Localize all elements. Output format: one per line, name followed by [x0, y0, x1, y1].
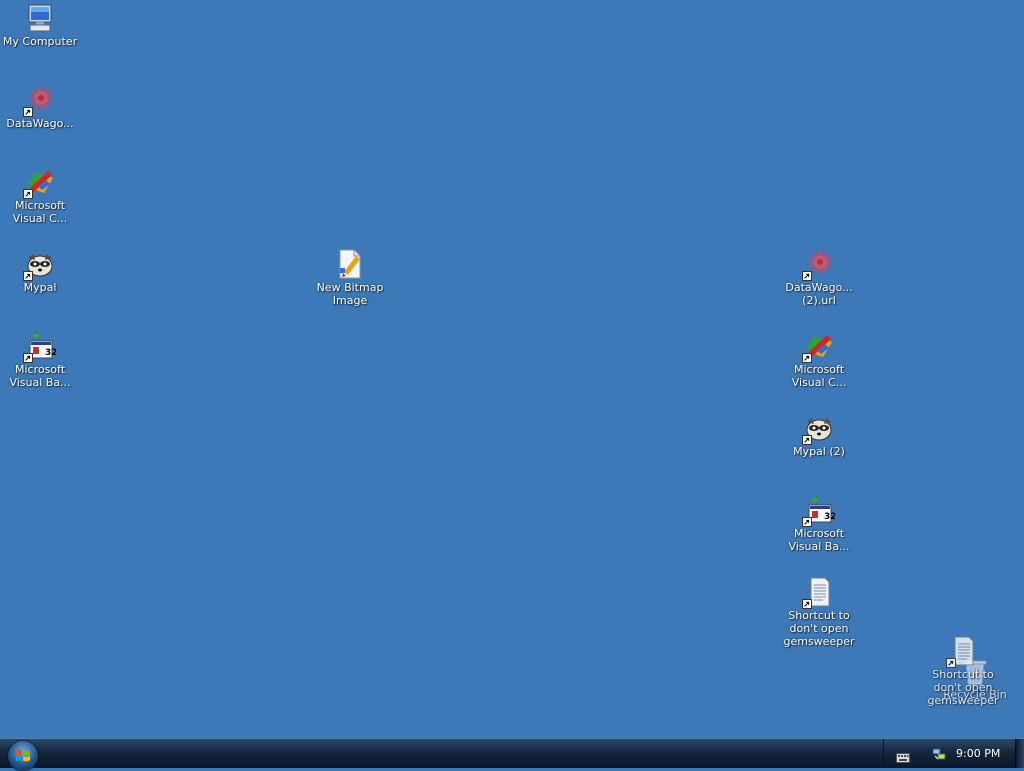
- desktop-icon-visual-c-2[interactable]: Microsoft Visual C...: [780, 330, 858, 389]
- desktop-icon-label: Microsoft Visual Ba...: [9, 363, 71, 389]
- desktop-icon-label: DataWago...: [6, 117, 74, 130]
- desktop-icon-visual-c[interactable]: Microsoft Visual C...: [1, 166, 79, 225]
- desktop-icon-gemsweeper-shortcut[interactable]: Shortcut to don't open gemsweeper: [780, 576, 858, 648]
- desktop-icon-label: Mypal: [23, 281, 57, 294]
- keyboard-icon[interactable]: [896, 748, 910, 767]
- visual-c-icon: [23, 166, 56, 199]
- desktop-icon-label: New Bitmap Image: [316, 281, 384, 307]
- shortcut-arrow-icon: [23, 107, 33, 117]
- shortcut-arrow-icon: [802, 599, 812, 609]
- show-desktop-button[interactable]: [1015, 739, 1024, 768]
- shortcut-arrow-icon: [802, 353, 812, 363]
- shortcut-arrow-icon: [23, 353, 33, 363]
- desktop-icon-label: Microsoft Visual Ba...: [788, 527, 850, 553]
- text-document-icon: [946, 635, 979, 668]
- visual-c-icon: [802, 330, 835, 363]
- desktop-icon-label: Shortcut to don't open gemsweeper: [927, 668, 999, 707]
- desktop-icon-label: Microsoft Visual C...: [12, 199, 68, 225]
- bitmap-icon: [334, 248, 366, 280]
- datawagon-icon: [23, 84, 56, 117]
- visual-basic-icon: [23, 330, 56, 363]
- shortcut-arrow-icon: [23, 189, 33, 199]
- notification-area: 9:00 PM: [883, 739, 1024, 768]
- desktop-icon-label: Microsoft Visual C...: [791, 363, 847, 389]
- system-clock[interactable]: 9:00 PM: [956, 747, 1000, 760]
- shortcut-arrow-icon: [802, 517, 812, 527]
- computer-icon: [24, 2, 56, 34]
- desktop-icon-new-bitmap-image[interactable]: New Bitmap Image: [311, 248, 389, 307]
- raccoon-icon: [802, 412, 835, 445]
- desktop-icon-label: Mypal (2): [793, 445, 845, 458]
- shortcut-arrow-icon: [946, 658, 956, 668]
- desktop-icon-visual-basic-2[interactable]: Microsoft Visual Ba...: [780, 494, 858, 553]
- network-icon[interactable]: [932, 746, 946, 765]
- windows-logo-icon: [16, 749, 30, 762]
- shortcut-arrow-icon: [802, 271, 812, 281]
- desktop-icon-my-computer[interactable]: My Computer: [1, 2, 79, 48]
- taskbar: 9:00 PM: [0, 738, 1024, 771]
- desktop-icon-mypal[interactable]: Mypal: [1, 248, 79, 294]
- raccoon-icon: [23, 248, 56, 281]
- desktop[interactable]: My Computer DataWago... Microsoft Visual…: [0, 0, 1024, 738]
- desktop-icon-label: Shortcut to don't open gemsweeper: [783, 609, 855, 648]
- desktop-icon-label: DataWago... (2).url: [785, 281, 853, 307]
- desktop-icon-gemsweeper-shortcut-dragged[interactable]: Shortcut to don't open gemsweeper: [924, 635, 1002, 707]
- desktop-icon-visual-basic[interactable]: Microsoft Visual Ba...: [1, 330, 79, 389]
- desktop-icon-label: My Computer: [2, 35, 78, 48]
- desktop-icon-datawagon[interactable]: DataWago...: [1, 84, 79, 130]
- text-document-icon: [802, 576, 835, 609]
- shortcut-arrow-icon: [23, 271, 33, 281]
- visual-basic-icon: [802, 494, 835, 527]
- desktop-icon-datawagon-2[interactable]: DataWago... (2).url: [780, 248, 858, 307]
- desktop-icon-mypal-2[interactable]: Mypal (2): [780, 412, 858, 458]
- shortcut-arrow-icon: [802, 435, 812, 445]
- datawagon-icon: [802, 248, 835, 281]
- start-button[interactable]: [8, 741, 38, 771]
